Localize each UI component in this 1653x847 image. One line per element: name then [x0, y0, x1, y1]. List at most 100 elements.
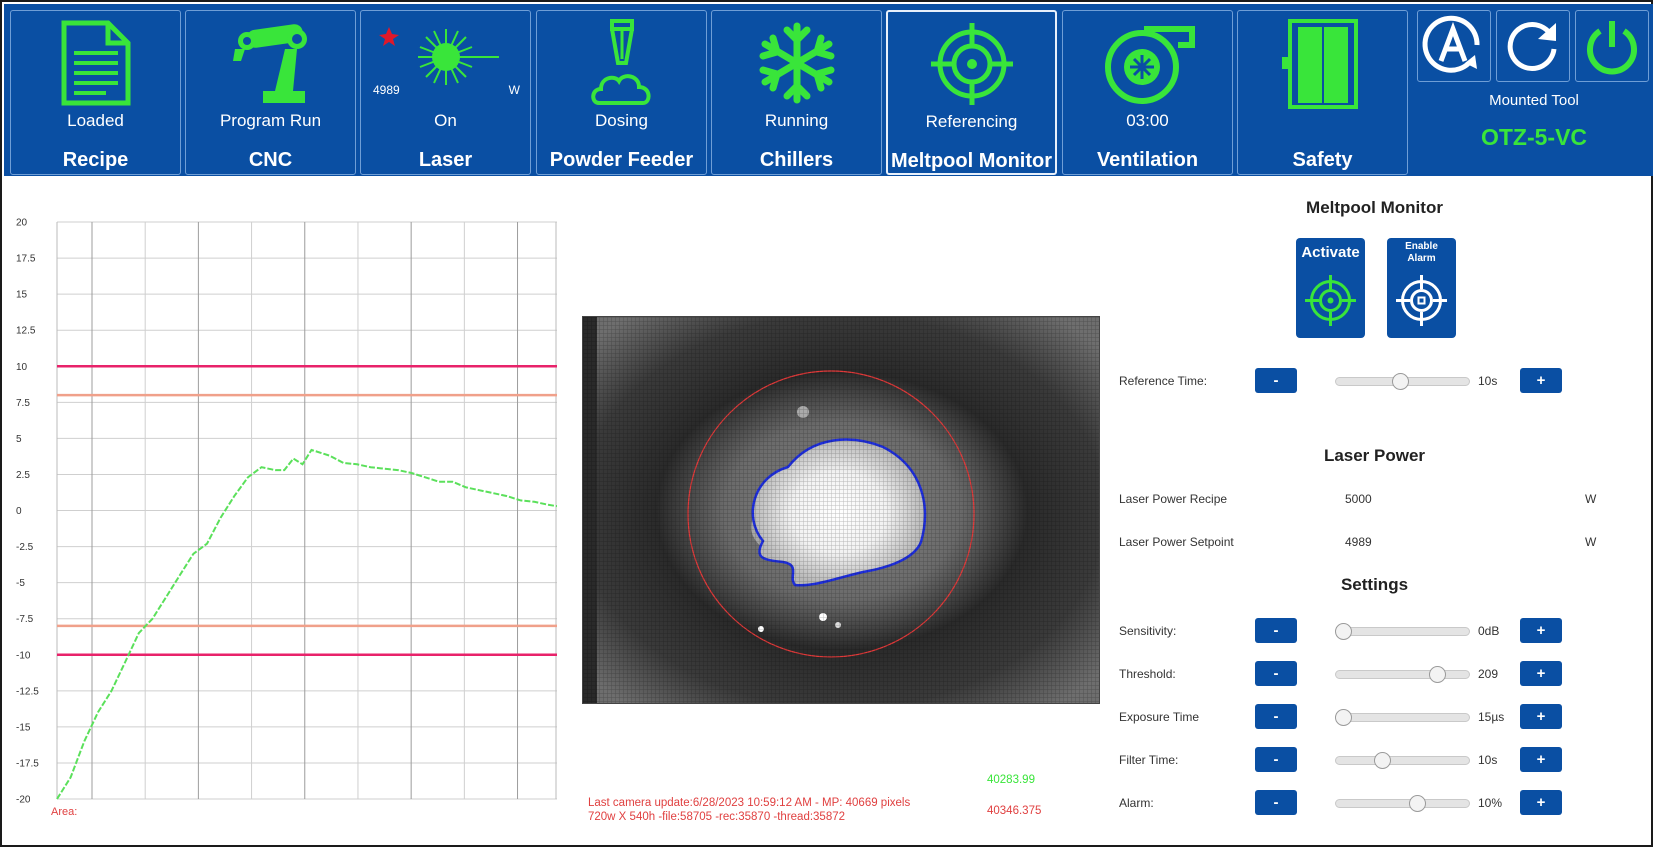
camera-info: Last camera update:6/28/2023 10:59:12 AM…	[588, 796, 910, 824]
laser-power-setpoint-value: 4989	[1345, 535, 1372, 549]
camera-image	[583, 317, 1099, 703]
activate-label: Activate	[1301, 244, 1360, 261]
meltpool-label: Meltpool Monitor	[890, 150, 1053, 172]
app-window: Loaded Recipe Program Run CNC 4989 W On …	[0, 0, 1653, 847]
meltpool-area-chart: 20 17.5 15 12.5 10 7.5 5 2.5 0 -2.5 -5 -7.5 -10 -12.5…	[12, 212, 557, 812]
y-tick-label: -12.5	[16, 686, 39, 697]
robot-arm-icon	[186, 15, 355, 111]
refresh-icon	[1507, 22, 1557, 71]
chillers-status: Running	[764, 111, 829, 130]
y-tick-label: 12.5	[16, 326, 36, 337]
y-tick-label: 20	[16, 218, 28, 229]
laser-power-unit: W	[508, 83, 520, 97]
power-icon	[1587, 21, 1637, 75]
laser-power-recipe-unit: W	[1585, 492, 1597, 506]
ventilation-label: Ventilation	[1096, 149, 1199, 171]
slider-knob[interactable]	[1409, 795, 1427, 812]
alarm-value: 10%	[1478, 796, 1503, 810]
y-tick-label: -2.5	[16, 542, 34, 553]
threshold-plus-button[interactable]: +	[1520, 661, 1562, 686]
chart-svg: 20 17.5 15 12.5 10 7.5 5 2.5 0 -2.5 -5 -7.5 -10 -12.5…	[16, 218, 557, 806]
alarm-minus-button[interactable]: -	[1255, 790, 1297, 815]
laser-status: On	[434, 111, 457, 130]
alarm-slider[interactable]	[1335, 795, 1470, 812]
mounted-tool-label: Mounted Tool	[1489, 92, 1579, 109]
snowflake-icon	[712, 15, 881, 111]
tile-cnc[interactable]: Program Run CNC	[185, 10, 356, 175]
laser-power-recipe-value: 5000	[1345, 492, 1372, 506]
alarm-label: Alarm:	[1119, 796, 1154, 810]
threshold-label: Threshold:	[1119, 667, 1176, 681]
y-tick-label: 10	[16, 362, 28, 373]
sensitivity-value: 0dB	[1478, 624, 1500, 638]
threshold-minus-button[interactable]: -	[1255, 661, 1297, 686]
slider-knob[interactable]	[1391, 373, 1409, 390]
camera-info-line1: Last camera update:6/28/2023 10:59:12 AM…	[588, 797, 911, 809]
slider-knob[interactable]	[1335, 709, 1352, 726]
cnc-label: CNC	[248, 149, 293, 171]
sensitivity-label: Sensitivity:	[1119, 624, 1177, 638]
filter-time-plus-button[interactable]: +	[1520, 747, 1562, 772]
slider-knob[interactable]	[1335, 623, 1352, 640]
top-status-bar: Loaded Recipe Program Run CNC 4989 W On …	[4, 4, 1653, 176]
camera-view	[582, 316, 1100, 704]
safety-label: Safety	[1292, 149, 1353, 171]
enable-alarm-label: Enable Alarm	[1405, 241, 1438, 264]
recipe-status: Loaded	[67, 111, 124, 130]
filter-time-value: 10s	[1478, 753, 1498, 767]
laser-power-setpoint-label: Laser Power Setpoint	[1119, 535, 1234, 549]
meltpool-status: Referencing	[925, 112, 1018, 131]
y-tick-label: -20	[16, 795, 31, 806]
y-tick-label: -5	[16, 578, 25, 589]
reference-time-label: Reference Time:	[1119, 374, 1208, 388]
y-tick-label: 15	[16, 290, 28, 301]
sensitivity-slider[interactable]	[1335, 623, 1470, 640]
reference-time-minus-button[interactable]: -	[1255, 368, 1297, 393]
powder-nozzle-icon	[537, 15, 706, 111]
reference-time-slider[interactable]	[1335, 373, 1470, 390]
target-icon	[888, 16, 1055, 112]
reference-time-plus-button[interactable]: +	[1520, 368, 1562, 393]
activate-button[interactable]: Activate	[1296, 238, 1365, 338]
tile-ventilation[interactable]: 03:00 Ventilation	[1062, 10, 1233, 175]
tile-chillers[interactable]: Running Chillers	[711, 10, 882, 175]
tile-safety[interactable]: Safety	[1237, 10, 1408, 175]
enable-alarm-button[interactable]: Enable Alarm	[1387, 238, 1456, 338]
camera-info-line2: 720w X 540h -file:58705 -rec:35870 -thre…	[588, 811, 846, 823]
y-tick-label: -7.5	[16, 614, 34, 625]
y-tick-label: 2.5	[16, 470, 30, 481]
current-value: 40346.375	[987, 805, 1042, 817]
cnc-status: Program Run	[219, 111, 322, 130]
reset-button[interactable]	[1496, 10, 1570, 82]
slider-knob[interactable]	[1429, 666, 1447, 683]
document-icon	[11, 15, 180, 111]
tile-powder-feeder[interactable]: Dosing Powder Feeder	[536, 10, 707, 175]
filter-time-minus-button[interactable]: -	[1255, 747, 1297, 772]
slider-knob[interactable]	[1373, 752, 1391, 769]
auto-mode-icon	[1422, 15, 1480, 73]
reference-time-value: 10s	[1478, 374, 1498, 388]
tile-recipe[interactable]: Loaded Recipe	[10, 10, 181, 175]
exposure-time-plus-button[interactable]: +	[1520, 704, 1562, 729]
target-green-icon	[1305, 275, 1356, 326]
powder-feeder-status: Dosing	[595, 111, 648, 130]
laser-label: Laser	[418, 149, 473, 171]
threshold-slider[interactable]	[1335, 666, 1470, 683]
laser-power-title: Laser Power	[1323, 446, 1426, 465]
settings-title: Settings	[1340, 575, 1409, 594]
power-button[interactable]	[1575, 10, 1649, 82]
exposure-time-slider[interactable]	[1335, 709, 1470, 726]
series-line	[56, 448, 557, 800]
sensitivity-plus-button[interactable]: +	[1520, 618, 1562, 643]
ventilation-status: 03:00	[1126, 111, 1169, 130]
door-icon	[1238, 15, 1407, 111]
sensitivity-minus-button[interactable]: -	[1255, 618, 1297, 643]
exposure-time-minus-button[interactable]: -	[1255, 704, 1297, 729]
alarm-plus-button[interactable]: +	[1520, 790, 1562, 815]
tile-laser[interactable]: 4989 W On Laser	[360, 10, 531, 175]
powder-feeder-label: Powder Feeder	[549, 149, 694, 171]
auto-mode-button[interactable]	[1417, 10, 1491, 82]
filter-time-slider[interactable]	[1335, 752, 1470, 769]
tile-meltpool-monitor[interactable]: Referencing Meltpool Monitor	[886, 10, 1057, 175]
y-tick-label: 5	[16, 434, 22, 445]
